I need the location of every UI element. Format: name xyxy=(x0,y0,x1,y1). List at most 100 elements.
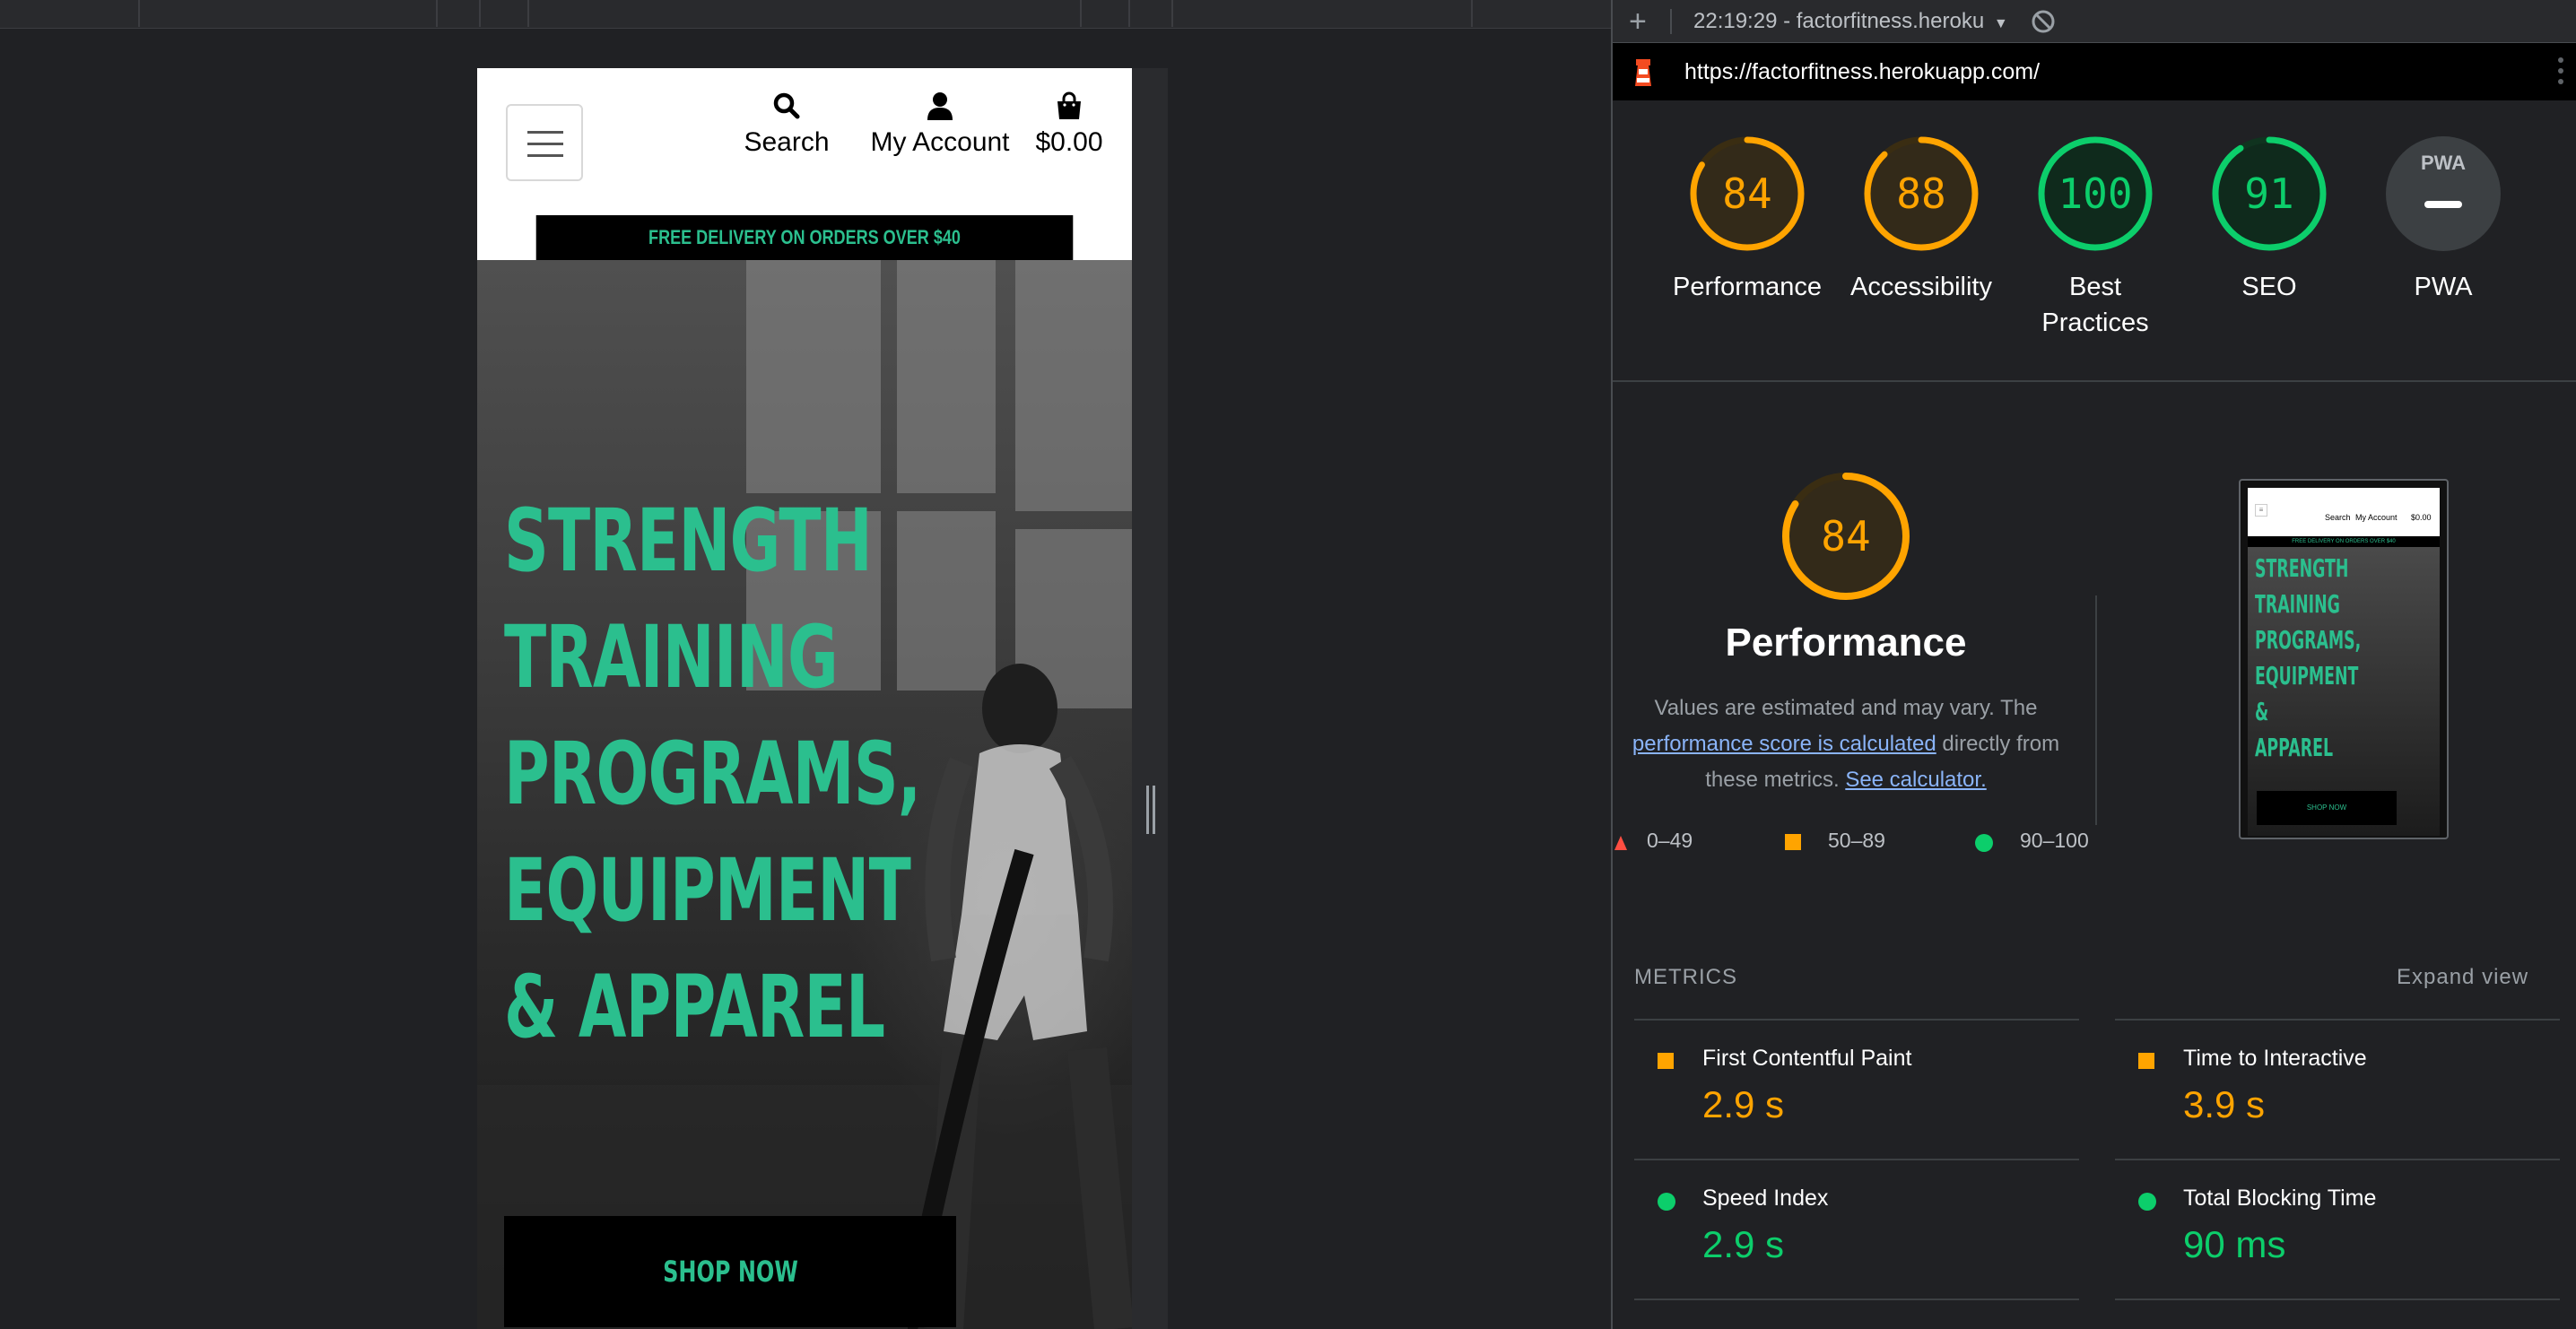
lighthouse-report: 84 Performance 88 Accessibility 100 Best Pract… xyxy=(1613,100,2576,1329)
pwa-badge-icon: PWA xyxy=(2420,152,2467,174)
thumb-line: TRAINING xyxy=(2255,589,2340,619)
free-delivery-banner: FREE DELIVERY ON ORDERS OVER $40 xyxy=(535,215,1074,260)
lighthouse-url-bar: https://factorfitness.herokuapp.com/ xyxy=(1613,43,2576,100)
hero-line: & APPAREL xyxy=(504,957,885,1057)
ruler-tick xyxy=(1128,0,1130,27)
section-divider xyxy=(1613,380,2576,382)
thumb-line: STRENGTH xyxy=(2255,553,2349,583)
ruler-tick xyxy=(1171,0,1173,27)
performance-score: 84 xyxy=(1821,512,1871,560)
my-account-link[interactable]: My Account xyxy=(850,91,1030,158)
gauge-score: 88 xyxy=(1896,169,1946,218)
search-label: Search xyxy=(744,127,830,157)
menu-toggle-button[interactable] xyxy=(506,104,583,181)
vertical-divider xyxy=(2095,595,2097,825)
gauge-label[interactable]: PWA xyxy=(2354,269,2533,305)
average-square-icon xyxy=(2138,1053,2154,1069)
thumb-menu-icon: ≡ xyxy=(2255,504,2267,517)
thumb-line: PROGRAMS, xyxy=(2255,625,2362,655)
window-pane xyxy=(746,260,881,493)
thumb-hero: STRENGTH TRAINING PROGRAMS, EQUIPMENT & … xyxy=(2248,547,2440,836)
hero-line: PROGRAMS, xyxy=(504,724,921,824)
dot xyxy=(2558,68,2563,74)
metric-value-tti: 3.9 s xyxy=(2183,1083,2266,1125)
thumb-line: & xyxy=(2255,697,2269,726)
metric-name-fcp: First Contentful Paint xyxy=(1702,1046,1912,1071)
thumb-header: ≡ Search My Account $0.00 xyxy=(2248,488,2440,536)
thumb-search: Search xyxy=(2325,513,2351,522)
hero-line: EQUIPMENT xyxy=(504,840,911,941)
gauge-score: 91 xyxy=(2244,169,2294,218)
metrics-divider xyxy=(2115,1159,2560,1160)
description-text: these metrics. xyxy=(1705,768,1840,792)
gauge-label-line: SEO xyxy=(2241,273,2297,301)
report-selector[interactable]: 22:19:29 - factorfitness.heroku ▼ xyxy=(1693,7,2008,36)
metrics-divider xyxy=(1634,1159,2079,1160)
ruler-tick xyxy=(527,0,529,27)
pass-circle-icon xyxy=(1658,1193,1675,1211)
gauge-label[interactable]: SEO xyxy=(2180,269,2359,305)
window-pane xyxy=(1015,260,1132,511)
search-link[interactable]: Search xyxy=(737,91,836,158)
hero-section: STRENGTH TRAINING PROGRAMS, EQUIPMENT & … xyxy=(477,260,1132,1329)
score-calculated-link[interactable]: performance score is calculated xyxy=(1632,732,1936,756)
pass-circle-icon xyxy=(1975,834,1993,852)
gauge-score: 100 xyxy=(2058,169,2133,218)
dot xyxy=(2558,57,2563,63)
plus-icon[interactable]: + xyxy=(1629,5,1656,38)
hamburger-icon-line xyxy=(527,154,563,157)
performance-title: Performance xyxy=(1725,621,1967,664)
description-text: directly from xyxy=(1942,732,2060,756)
ruler-tick xyxy=(479,0,481,27)
device-resize-track xyxy=(1132,68,1168,1329)
report-selector-label: 22:19:29 - factorfitness.heroku xyxy=(1693,9,1985,33)
fail-triangle-icon xyxy=(1614,836,1627,850)
metric-name-si: Speed Index xyxy=(1702,1186,1829,1211)
shopping-bag-icon xyxy=(1057,91,1081,119)
metric-value-fcp: 2.9 s xyxy=(1702,1083,1785,1125)
ruler-tick xyxy=(436,0,438,27)
shop-now-button[interactable]: SHOP NOW xyxy=(504,1216,956,1327)
clear-icon[interactable] xyxy=(2031,9,2056,34)
search-icon xyxy=(773,92,800,119)
see-calculator-link[interactable]: See calculator. xyxy=(1845,768,1986,792)
metrics-heading: METRICS xyxy=(1634,965,1737,989)
hero-heading: STRENGTH TRAINING PROGRAMS, EQUIPMENT & … xyxy=(504,482,921,1065)
pass-circle-icon xyxy=(2138,1193,2156,1211)
average-square-icon xyxy=(1658,1053,1674,1069)
device-toolbar xyxy=(0,0,1611,29)
expand-view-button[interactable]: Expand view xyxy=(2397,965,2528,990)
cart-total: $0.00 xyxy=(1035,127,1103,157)
ruler-tick xyxy=(1471,0,1473,27)
hero-line: TRAINING xyxy=(504,607,839,708)
user-icon xyxy=(927,92,953,120)
gauge-label[interactable]: Performance xyxy=(1658,269,1837,305)
gauge-label[interactable]: Accessibility xyxy=(1832,269,2011,305)
thumb-line: APPAREL xyxy=(2255,733,2334,762)
thumb-account: My Account xyxy=(2355,513,2398,522)
gauge-label-line: Performance xyxy=(1672,273,1822,301)
toolbar-separator xyxy=(1670,9,1672,34)
metric-name-tbt: Total Blocking Time xyxy=(2183,1186,2377,1211)
kebab-menu-icon[interactable] xyxy=(2556,56,2565,90)
metric-value-si: 2.9 s xyxy=(1702,1223,1785,1265)
description-line: these metrics. See calculator. xyxy=(1622,762,2070,798)
resize-handle[interactable] xyxy=(1146,786,1155,834)
dot xyxy=(2558,79,2563,84)
average-square-icon xyxy=(1785,834,1801,850)
lighthouse-toolbar: + 22:19:29 - factorfitness.heroku ▼ xyxy=(1613,0,2576,43)
hamburger-icon-line xyxy=(527,143,563,145)
metrics-divider xyxy=(2115,1019,2560,1021)
gauge-label[interactable]: Best Practices xyxy=(2006,269,2185,341)
final-screenshot-thumbnail[interactable]: ≡ Search My Account $0.00 FREE DELIVERY … xyxy=(2239,479,2449,839)
gauge-label-line: Accessibility xyxy=(1850,273,1992,301)
gauge-score: 84 xyxy=(1722,169,1772,218)
thumb-banner: FREE DELIVERY ON ORDERS OVER $40 xyxy=(2248,536,2440,547)
cart-link[interactable]: $0.00 xyxy=(1015,91,1123,158)
metric-value-tbt: 90 ms xyxy=(2183,1223,2286,1265)
description-line: performance score is calculated directly… xyxy=(1622,726,2070,762)
metrics-divider xyxy=(2115,1299,2560,1300)
description-line: Values are estimated and may vary. The xyxy=(1654,696,2038,720)
thumb-cart: $0.00 xyxy=(2411,513,2432,522)
gauge-label-line: PWA xyxy=(2414,273,2473,301)
